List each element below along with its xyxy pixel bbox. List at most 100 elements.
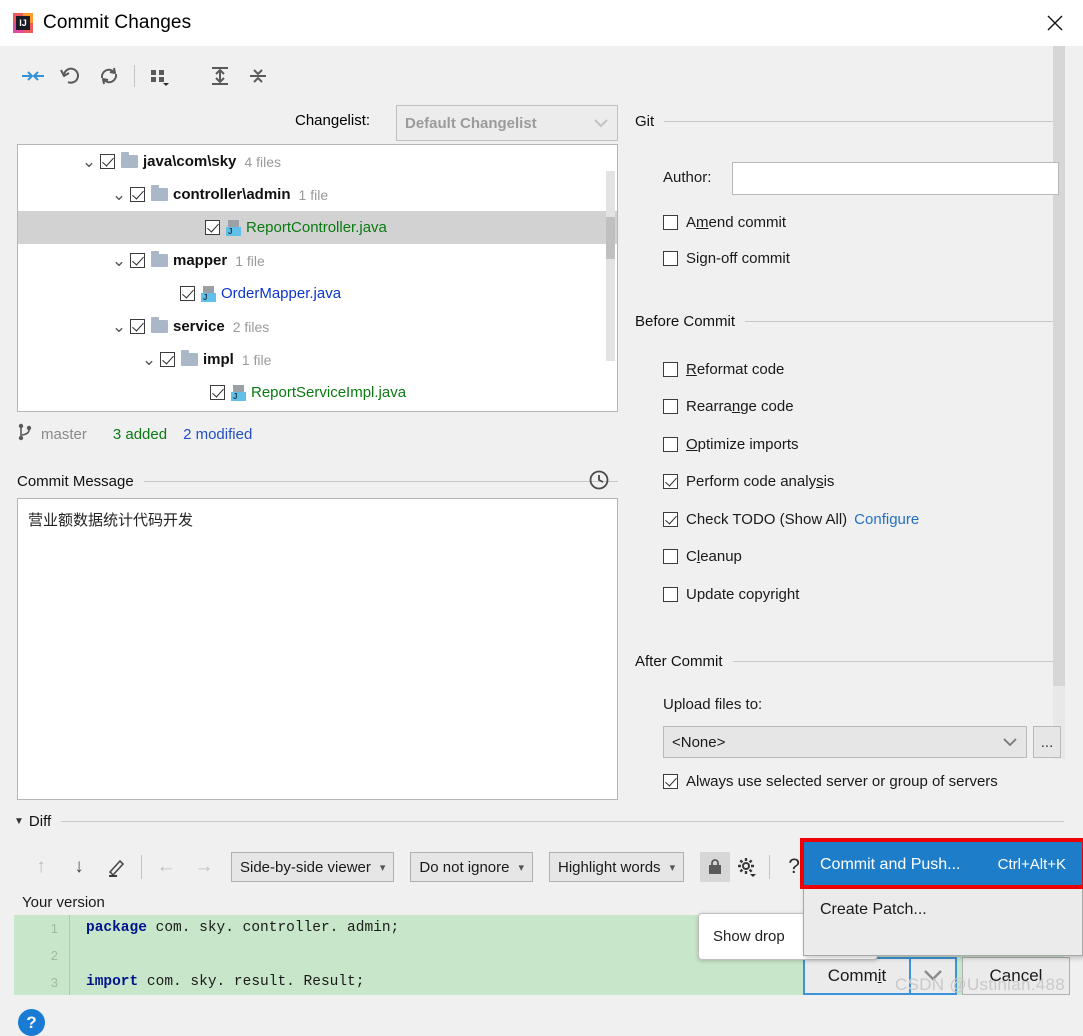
chevron-down-icon[interactable]: ⌄	[138, 351, 160, 368]
check-todo-row[interactable]: Check TODO (Show All) Configure	[663, 508, 919, 530]
changed-files-tree[interactable]: ⌄ java\com\sky 4 files ⌄ controller\admin 1 f…	[17, 144, 618, 412]
commit-message-label: Commit Message	[17, 472, 134, 490]
tree-row[interactable]: ⌄ controller\admin 1 file	[18, 178, 617, 211]
perform-code-analysis-label: Perform code analysis	[686, 472, 835, 490]
section-divider	[664, 120, 1061, 122]
file-name: ReportServiceImpl.java	[251, 384, 407, 401]
check-todo-checkbox[interactable]	[663, 511, 678, 527]
tree-row[interactable]: ⌄ impl 1 file	[18, 343, 617, 376]
viewer-mode-dropdown[interactable]: Side-by-side viewer ▾	[231, 852, 395, 882]
cleanup-row[interactable]: Cleanup	[663, 545, 742, 567]
chevron-down-icon	[593, 115, 609, 131]
edit-source-icon[interactable]	[98, 852, 136, 882]
tree-row[interactable]: ⌄JReportController.java	[18, 211, 617, 244]
update-copyright-checkbox[interactable]	[663, 586, 678, 602]
chevron-down-icon[interactable]: ⌄	[108, 318, 130, 335]
options-scrollbar[interactable]	[1053, 46, 1065, 759]
accept-left-icon[interactable]: ←	[147, 852, 185, 882]
chevron-down-icon	[1002, 734, 1018, 751]
author-field[interactable]	[732, 162, 1059, 195]
toolbar-separator	[769, 855, 771, 879]
tree-row[interactable]: ⌄JReportServiceImpl.java	[18, 376, 617, 409]
collapse-all-icon[interactable]	[239, 59, 277, 93]
tree-row-checkbox[interactable]	[130, 253, 145, 268]
menu-item-create-patch[interactable]: Create Patch...	[804, 887, 1082, 932]
folder-name: service	[173, 318, 225, 335]
changelist-dropdown[interactable]: Default Changelist	[396, 105, 618, 141]
ignore-policy-dropdown[interactable]: Do not ignore ▾	[410, 852, 534, 882]
cancel-button[interactable]: Cancel	[962, 957, 1070, 995]
cleanup-checkbox[interactable]	[663, 548, 678, 564]
move-to-another-changelist-icon[interactable]	[14, 59, 52, 93]
chevron-down-icon[interactable]: ⌄	[78, 153, 100, 170]
java-file-icon: J	[226, 219, 242, 236]
optimize-imports-row[interactable]: Optimize imports	[663, 433, 799, 455]
tree-row-checkbox[interactable]	[160, 352, 175, 367]
rollback-icon[interactable]	[52, 59, 90, 93]
always-use-server-checkbox-row[interactable]: Always use selected server or group of s…	[663, 770, 1083, 792]
tree-row-checkbox[interactable]	[210, 385, 225, 400]
update-copyright-row[interactable]: Update copyright	[663, 583, 799, 605]
folder-name: java\com\sky	[143, 153, 237, 170]
tree-row[interactable]: ⌄JOrderMapper.java	[18, 277, 617, 310]
chevron-down-icon[interactable]: ⌄	[108, 186, 130, 203]
always-use-server-checkbox[interactable]	[663, 773, 678, 789]
refresh-icon[interactable]	[90, 59, 128, 93]
line-number: 3	[50, 975, 58, 990]
tree-row-checkbox[interactable]	[130, 319, 145, 334]
tree-scrollbar[interactable]	[606, 171, 615, 361]
reformat-code-checkbox[interactable]	[663, 361, 678, 377]
commit-button[interactable]: Comm i t	[803, 957, 911, 995]
section-divider	[61, 820, 1064, 822]
highlight-policy-dropdown[interactable]: Highlight words ▾	[549, 852, 685, 882]
tree-row-checkbox[interactable]	[130, 187, 145, 202]
reformat-code-row[interactable]: Reformat code	[663, 358, 784, 380]
perform-code-analysis-row[interactable]: Perform code analysis	[663, 470, 834, 492]
file-count: 2 files	[232, 318, 270, 335]
expand-all-icon[interactable]	[201, 59, 239, 93]
optimize-imports-checkbox[interactable]	[663, 436, 678, 452]
rearrange-code-checkbox[interactable]	[663, 398, 678, 414]
changelist-label: Changelist:	[295, 112, 371, 129]
amend-commit-checkbox[interactable]	[663, 214, 678, 230]
diff-section-header[interactable]: ▼ Diff	[14, 811, 1064, 831]
tree-row[interactable]: ⌄ java\com\sky 4 files	[18, 145, 617, 178]
chevron-down-icon	[922, 968, 944, 985]
check-todo-label: Check TODO (Show All)	[686, 510, 848, 528]
next-difference-icon[interactable]: ↓	[60, 852, 98, 882]
group-by-icon[interactable]	[141, 59, 179, 93]
java-file-icon: J	[201, 285, 217, 302]
previous-difference-icon[interactable]: ↑	[22, 852, 60, 882]
commit-dropdown-button[interactable]	[911, 957, 957, 995]
triangle-down-icon[interactable]: ▼	[14, 816, 24, 827]
rearrange-code-row[interactable]: Rearrange code	[663, 395, 794, 417]
upload-server-dropdown[interactable]: <None>	[663, 726, 1027, 758]
lock-icon[interactable]	[700, 852, 731, 882]
file-count: 1 file	[298, 186, 329, 203]
tree-row-checkbox[interactable]	[100, 154, 115, 169]
amend-commit-row[interactable]: Amend commit	[663, 211, 786, 233]
help-button[interactable]: ?	[18, 1009, 45, 1036]
commit-message-section-header: Commit Message	[17, 470, 618, 492]
clock-history-icon[interactable]	[588, 469, 610, 491]
close-icon[interactable]	[1027, 0, 1083, 46]
tree-row[interactable]: ⌄ mapper 1 file	[18, 244, 617, 277]
gear-icon[interactable]	[730, 852, 764, 882]
chevron-down-icon[interactable]: ⌄	[108, 252, 130, 269]
file-count: 1 file	[235, 252, 265, 269]
menu-item-commit-and-push[interactable]: Commit and Push... Ctrl+Alt+K	[804, 842, 1082, 887]
commit-message-input[interactable]: 营业额数据统计代码开发	[17, 498, 618, 800]
accept-right-icon[interactable]: →	[185, 852, 223, 882]
tree-row-checkbox[interactable]	[205, 220, 220, 235]
sign-off-commit-row[interactable]: Sign-off commit	[663, 247, 790, 269]
chevron-down-icon: ▾	[518, 861, 525, 874]
tree-row[interactable]: ⌄ service 2 files	[18, 310, 617, 343]
sign-off-commit-checkbox[interactable]	[663, 250, 678, 266]
configure-link[interactable]: Configure	[854, 511, 919, 528]
tree-row-checkbox[interactable]	[180, 286, 195, 301]
section-divider	[745, 320, 1061, 322]
after-commit-section-label: After Commit	[635, 652, 723, 670]
commit-dropdown-menu[interactable]: Commit and Push... Ctrl+Alt+K Create Patch…	[803, 841, 1083, 956]
browse-servers-button[interactable]: ...	[1033, 726, 1061, 758]
perform-code-analysis-checkbox[interactable]	[663, 473, 678, 489]
